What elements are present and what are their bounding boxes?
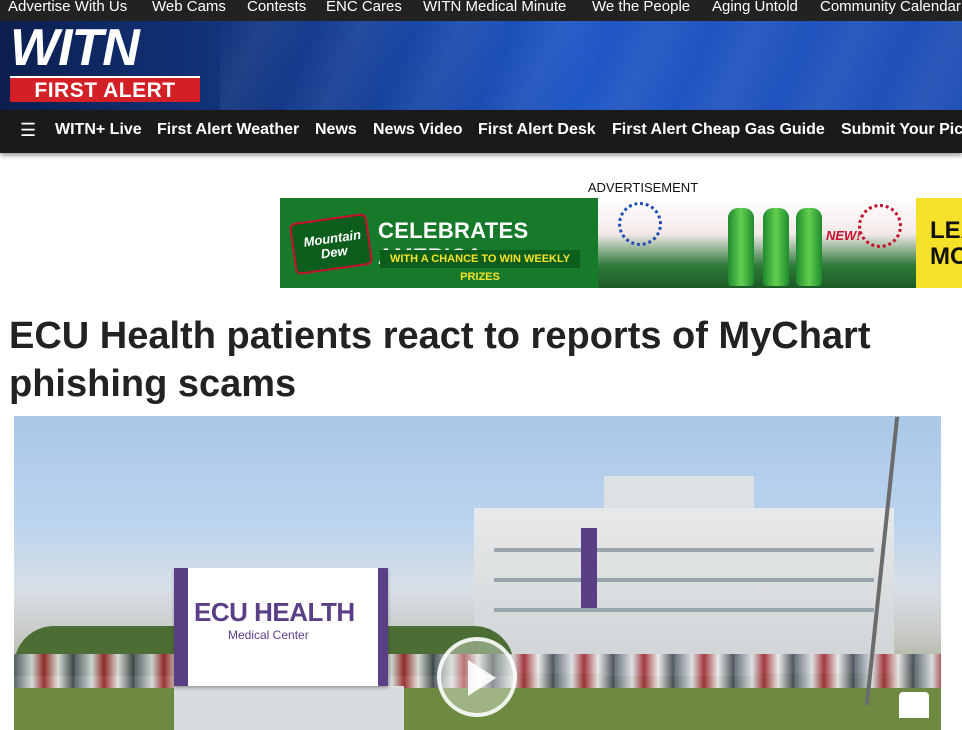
topbar-link-advertise[interactable]: Advertise With Us xyxy=(8,0,127,15)
window-row xyxy=(494,548,874,552)
sign-brand: ECU HEALTH xyxy=(194,597,355,627)
hospital-building xyxy=(474,508,894,673)
topbar-link-community-calendar[interactable]: Community Calendar xyxy=(820,0,961,15)
window-row xyxy=(494,578,874,582)
ecu-health-sign: ECU HEALTH Medical Center xyxy=(174,568,388,686)
nav-item-cheap-gas-guide[interactable]: First Alert Cheap Gas Guide xyxy=(612,120,825,140)
topbar-link-we-the-people[interactable]: We the People xyxy=(592,0,690,15)
topbar-link-contests[interactable]: Contests xyxy=(247,0,306,15)
window-row xyxy=(494,608,874,612)
firework-graphic xyxy=(858,204,902,248)
ad-brand-text: Mountain Dew xyxy=(302,226,362,262)
nav-item-news-video[interactable]: News Video xyxy=(373,120,463,140)
main-navigation: ☰ WITN+ Live First Alert Weather News Ne… xyxy=(0,110,962,153)
advertisement-label: ADVERTISEMENT xyxy=(587,180,699,195)
play-icon[interactable] xyxy=(437,637,517,717)
topbar-link-enc-cares[interactable]: ENC Cares xyxy=(326,0,402,15)
ad-cta[interactable]: LEARN MORE xyxy=(930,218,962,270)
topbar-link-web-cams[interactable]: Web Cams xyxy=(152,0,226,15)
advertisement-banner[interactable]: Mountain Dew CELEBRATES AMERICA WITH A C… xyxy=(280,198,962,288)
nav-item-submit-your-pics[interactable]: Submit Your Pics xyxy=(841,120,962,140)
firework-graphic xyxy=(618,202,662,246)
topbar-link-aging-untold[interactable]: Aging Untold xyxy=(712,0,798,15)
nav-item-witn-live[interactable]: WITN+ Live xyxy=(55,120,142,140)
play-triangle xyxy=(468,660,496,696)
ad-product-image: NEW! xyxy=(598,198,916,288)
soda-bottle-image xyxy=(728,208,754,286)
hamburger-menu-icon[interactable]: ☰ xyxy=(20,120,36,140)
soda-bottle-image xyxy=(796,208,822,286)
site-logo[interactable]: WITN FIRST ALERT xyxy=(10,22,200,102)
header-background-pattern xyxy=(220,21,962,110)
sign-subtitle: Medical Center xyxy=(228,628,309,642)
utility-box xyxy=(899,692,929,718)
sign-base xyxy=(174,686,404,730)
nav-item-first-alert-weather[interactable]: First Alert Weather xyxy=(157,120,299,140)
ad-new-badge: NEW! xyxy=(826,228,861,243)
mountain-dew-logo: Mountain Dew xyxy=(288,212,374,276)
video-player[interactable]: ECU HEALTH Medical Center xyxy=(14,416,941,730)
logo-tagline: FIRST ALERT xyxy=(10,76,200,102)
nav-item-news[interactable]: News xyxy=(315,120,357,140)
utility-bar: Advertise With Us Web Cams Contests ENC … xyxy=(0,0,962,21)
building-banner xyxy=(581,528,597,608)
nav-item-first-alert-desk[interactable]: First Alert Desk xyxy=(478,120,596,140)
ad-subline: WITH A CHANCE TO WIN WEEKLY PRIZES xyxy=(380,250,580,283)
logo-wordmark: WITN xyxy=(10,21,140,77)
article-headline: ECU Health patients react to reports of … xyxy=(9,315,871,405)
site-header: WITN FIRST ALERT xyxy=(0,21,962,110)
ad-cta-panel[interactable]: LEARN MORE xyxy=(916,198,962,288)
ad-left-panel: Mountain Dew CELEBRATES AMERICA WITH A C… xyxy=(280,198,598,288)
topbar-link-medical-minute[interactable]: WITN Medical Minute xyxy=(423,0,566,15)
soda-bottle-image xyxy=(763,208,789,286)
